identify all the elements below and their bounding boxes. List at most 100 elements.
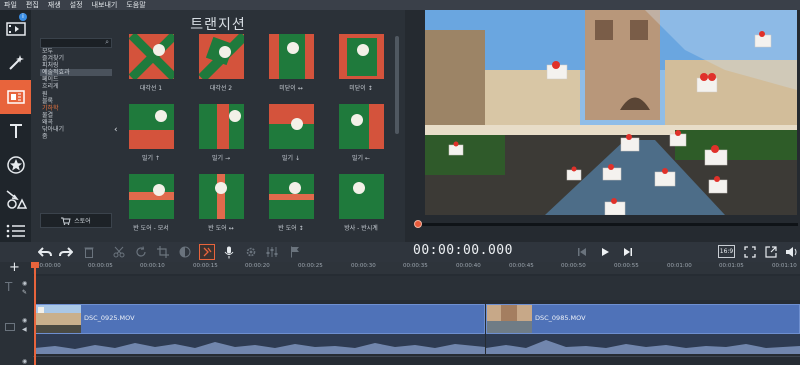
- video-track-audio-icon[interactable]: ◀: [22, 326, 27, 333]
- equalizer-button[interactable]: [264, 244, 280, 260]
- playback-progress-bar[interactable]: [418, 223, 798, 226]
- store-button[interactable]: 스토어: [40, 213, 112, 228]
- ruler-mark: 00:00:45: [509, 263, 534, 269]
- transition-item[interactable]: 밀기 →: [195, 104, 247, 170]
- menu-playback[interactable]: 재생: [48, 0, 61, 10]
- transition-item[interactable]: 반 도어 ↕: [265, 174, 317, 240]
- store-label: 스토어: [74, 218, 91, 225]
- clip-thumbnail: [487, 305, 532, 333]
- category-block[interactable]: 블록: [40, 98, 112, 105]
- menu-edit[interactable]: 편집: [26, 0, 39, 10]
- video-track-icon: [5, 323, 15, 331]
- cut-button[interactable]: [111, 244, 127, 260]
- video-clip-1[interactable]: DSC_0925.MOV: [35, 304, 485, 334]
- add-track-plus-icon[interactable]: +: [9, 261, 20, 274]
- playback-position-handle[interactable]: [414, 220, 422, 228]
- transition-item[interactable]: 반 도어 - 모서: [125, 174, 177, 240]
- skip-forward-icon: [624, 248, 632, 256]
- next-frame-button[interactable]: [620, 244, 636, 260]
- category-blur[interactable]: 흐리게: [40, 83, 112, 90]
- ruler-mark: 00:01:00: [667, 263, 692, 269]
- text-track-visibility-eye-icon[interactable]: ◉: [22, 280, 27, 287]
- video-preview[interactable]: [425, 10, 797, 215]
- timeline-playhead[interactable]: [34, 262, 36, 365]
- delete-button[interactable]: [81, 244, 97, 260]
- callouts-tool-button[interactable]: [0, 182, 31, 216]
- titles-tool-button[interactable]: [0, 114, 31, 148]
- category-wipe[interactable]: 닦아내기: [40, 126, 112, 133]
- add-marker-button[interactable]: [287, 244, 303, 260]
- clip-name: DSC_0925.MOV: [84, 314, 135, 322]
- transition-item[interactable]: 반 도어 ↔: [195, 174, 247, 240]
- ruler-mark: 00:00:30: [351, 263, 376, 269]
- transition-item[interactable]: 미닫이 ↔: [265, 34, 317, 100]
- trash-icon: [84, 247, 94, 258]
- transition-label: 미닫이 ↔: [279, 85, 303, 92]
- transition-label: 밀기 ↓: [282, 155, 300, 162]
- transition-thumbnail: [198, 174, 244, 219]
- menu-file[interactable]: 파일: [4, 0, 17, 10]
- previous-frame-button[interactable]: [574, 244, 590, 260]
- text-icon: [9, 124, 22, 138]
- transition-wizard-button[interactable]: [199, 244, 215, 260]
- crop-button[interactable]: [155, 244, 171, 260]
- import-tool-button[interactable]: i: [0, 12, 31, 46]
- transitions-icon: [6, 90, 25, 104]
- category-circle[interactable]: 원: [40, 91, 112, 98]
- transition-item[interactable]: 대각선 2: [195, 34, 247, 100]
- search-input[interactable]: ⌕: [40, 38, 112, 48]
- category-distort[interactable]: 왜곡: [40, 119, 112, 126]
- menu-settings[interactable]: 설정: [70, 0, 83, 10]
- category-geometric[interactable]: 기하학: [40, 105, 112, 112]
- text-track-icon: T: [5, 280, 13, 294]
- transition-label: 반 도어 - 모서: [133, 225, 169, 232]
- color-adjust-button[interactable]: [177, 244, 193, 260]
- transition-label: 반 도어 ↕: [278, 225, 304, 232]
- transition-thumbnail: [198, 34, 244, 79]
- filters-tool-button[interactable]: [0, 46, 31, 80]
- aspect-ratio-button[interactable]: 16:9: [718, 245, 735, 258]
- collapse-list-arrow-icon[interactable]: ‹: [114, 125, 118, 135]
- crop-view-icon: [744, 246, 756, 258]
- play-button[interactable]: [597, 244, 613, 260]
- detach-preview-button[interactable]: [763, 244, 779, 260]
- transition-scrollbar[interactable]: [395, 36, 399, 134]
- video-track-visibility-eye-icon[interactable]: ◉: [22, 317, 27, 324]
- undo-button[interactable]: [37, 244, 53, 260]
- category-zoom[interactable]: 줌: [40, 133, 112, 140]
- transition-wizard-icon: [203, 247, 212, 257]
- transition-item[interactable]: 방사 - 반시계: [335, 174, 387, 240]
- waveform-graphic: [486, 340, 800, 354]
- transition-thumbnail: [268, 104, 314, 149]
- video-clip-2[interactable]: DSC_0985.MOV: [486, 304, 800, 334]
- stickers-tool-button[interactable]: [0, 148, 31, 182]
- menu-help[interactable]: 도움말: [126, 0, 145, 10]
- category-list: ⌕ 모두 즐겨찾기 피처링 예술적효과 페이드 흐리게 원 블록 기하학 물결 …: [40, 38, 112, 238]
- menu-export[interactable]: 내보내기: [92, 0, 118, 10]
- audio-waveform-1[interactable]: [35, 334, 485, 354]
- ruler-mark: 00:00:15: [193, 263, 218, 269]
- transition-item[interactable]: 대각선 1: [125, 34, 177, 100]
- record-audio-button[interactable]: [221, 244, 237, 260]
- audio-track-visibility-eye-icon[interactable]: ◉: [22, 358, 27, 365]
- text-track[interactable]: [33, 276, 800, 300]
- transition-item[interactable]: 밀기 ↓: [265, 104, 317, 170]
- text-track-lock-icon[interactable]: ✎: [22, 289, 27, 296]
- transition-label: 대각선 2: [209, 85, 233, 92]
- rotate-button[interactable]: [133, 244, 149, 260]
- transition-item[interactable]: 미닫이 ↕: [335, 34, 387, 100]
- volume-button[interactable]: [784, 244, 800, 260]
- transition-item[interactable]: 밀기 ←: [335, 104, 387, 170]
- love-letter-stickers: [448, 31, 772, 215]
- crop-view-button[interactable]: [742, 244, 758, 260]
- microphone-icon: [224, 246, 234, 258]
- transition-item[interactable]: 밀기 ↑: [125, 104, 177, 170]
- transitions-tool-button[interactable]: [0, 80, 31, 114]
- transition-label: 미닫이 ↕: [349, 85, 373, 92]
- redo-button[interactable]: [58, 244, 74, 260]
- category-wave[interactable]: 물결: [40, 112, 112, 119]
- timeline-playhead-handle[interactable]: [31, 262, 39, 268]
- timeline-ruler[interactable]: 00:00:00 00:00:05 00:00:10 00:00:15 00:0…: [33, 262, 800, 274]
- clip-properties-button[interactable]: [243, 244, 259, 260]
- audio-waveform-2[interactable]: [486, 334, 800, 354]
